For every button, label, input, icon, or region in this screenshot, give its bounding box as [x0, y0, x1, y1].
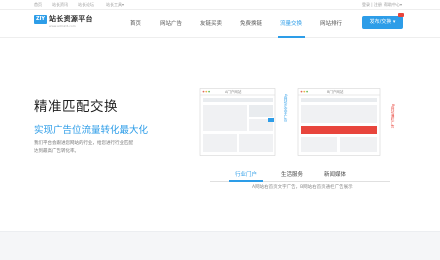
- hero-description-line-1: 我们平台会跟进您网站的行业，给您进行行业匹配: [34, 141, 133, 146]
- nav-item-site-ranking[interactable]: 网站排行: [320, 19, 342, 27]
- next-section-band: [0, 231, 440, 260]
- tab-news-media[interactable]: 新闻媒体: [324, 170, 346, 178]
- active-tab-indicator: [229, 180, 263, 182]
- tab-life-services[interactable]: 生活服务: [281, 170, 303, 178]
- new-badge: [398, 13, 404, 17]
- topbar-link-tools[interactable]: 站长工具▾: [106, 2, 124, 7]
- hero-title: 精准匹配交换: [34, 99, 118, 115]
- nav-item-home[interactable]: 首页: [130, 19, 141, 27]
- site-b-note: B网站通栏广告: [390, 104, 395, 129]
- site-header: ZIY 站长资源平台 www.admin5.com 首页 网站广告 友链买卖 免…: [0, 10, 440, 38]
- top-utility-bar: 首页 站长资讯 站长论坛 站长工具▾ 登录 | 注册 帮助中心▾: [0, 0, 440, 10]
- site-exchange-illustration: A门户网站 A网站左文字广告 B门户网站 B网站通栏广告: [199, 88, 395, 156]
- hero-description-line-2: 达到最高广告转化率。: [34, 149, 79, 154]
- site-b-window: [297, 88, 381, 156]
- tab-caption: A网站右首页文字广告，B网站右首页通栏广告展示: [252, 185, 353, 190]
- publish-exchange-button[interactable]: 发布/交换 ▾: [362, 16, 403, 29]
- site-a-label: A门户网站: [225, 89, 242, 94]
- active-nav-indicator: [278, 36, 305, 38]
- login-register-link[interactable]: 登录 | 注册: [362, 2, 382, 7]
- topbar-link-forum[interactable]: 站长论坛: [78, 2, 94, 7]
- topbar-link-news[interactable]: 站长资讯: [52, 2, 68, 7]
- tab-industry-portal[interactable]: 行业门户: [235, 170, 257, 178]
- logo-icon[interactable]: ZIY: [34, 15, 47, 24]
- help-center-link[interactable]: 帮助中心▾: [384, 2, 402, 7]
- nav-item-free-link-exchange[interactable]: 免费换链: [240, 19, 262, 27]
- hero-subtitle: 实现广告位流量转化最大化: [34, 125, 149, 136]
- nav-item-site-ads[interactable]: 网站广告: [160, 19, 182, 27]
- logo-text[interactable]: 站长资源平台: [49, 14, 93, 24]
- site-a-note: A网站左文字广告: [283, 94, 288, 122]
- logo-subtext: www.admin5.com: [49, 24, 76, 28]
- site-a-window: [199, 88, 276, 156]
- topbar-link-home[interactable]: 首页: [34, 2, 42, 7]
- nav-item-traffic-exchange[interactable]: 流量交换: [280, 19, 302, 27]
- site-b-label: B门户网站: [327, 89, 344, 94]
- nav-item-link-trade[interactable]: 友链买卖: [200, 19, 222, 27]
